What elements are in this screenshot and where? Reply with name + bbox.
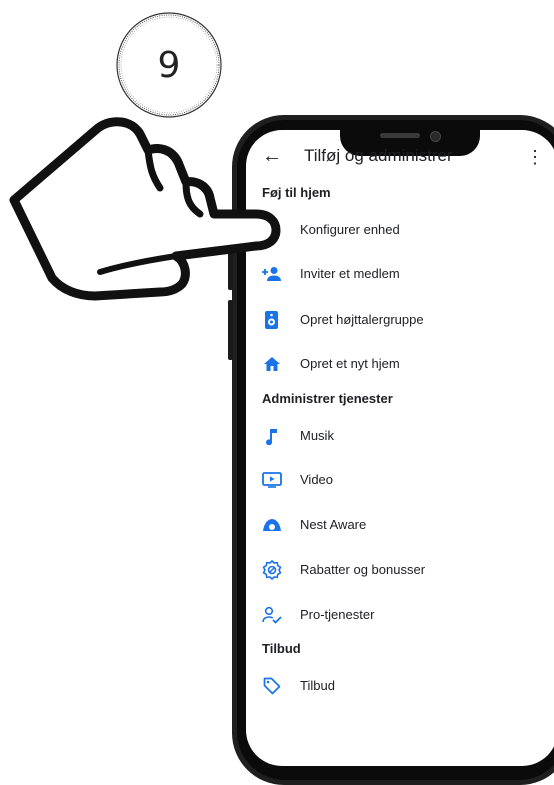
menu-item-offers[interactable]: Tilbud	[262, 668, 532, 704]
add-circle-icon	[262, 220, 282, 240]
pro-services-icon	[262, 605, 282, 625]
menu-item-label: Rabatter og bonusser	[300, 562, 426, 577]
menu-item-speaker-group[interactable]: Opret højttalergruppe	[262, 302, 532, 338]
section-title-add-to-home: Føj til hjem	[262, 185, 331, 200]
menu-item-label: Musik	[300, 428, 334, 443]
menu-item-offers-bonuses[interactable]: Rabatter og bonusser	[262, 552, 532, 588]
section-title-manage-services: Administrer tjenester	[262, 391, 393, 406]
video-icon	[262, 470, 282, 490]
music-note-icon	[262, 426, 282, 446]
menu-item-music[interactable]: Musik	[262, 418, 532, 454]
menu-item-label: Opret højttalergruppe	[300, 312, 424, 327]
menu-item-video[interactable]: Video	[262, 462, 532, 498]
menu-item-label: Konfigurer enhed	[300, 222, 400, 237]
menu-item-invite-member[interactable]: Inviter et medlem	[262, 256, 532, 292]
page-title: Tilføj og administrer	[304, 146, 453, 165]
menu-item-new-home[interactable]: Opret et nyt hjem	[262, 346, 532, 382]
menu-item-label: Nest Aware	[300, 517, 367, 532]
menu-item-label: Opret et nyt hjem	[300, 356, 400, 371]
menu-item-setup-device[interactable]: Konfigurer enhed	[262, 212, 532, 248]
menu-item-label: Pro-tjenester	[300, 607, 375, 622]
offers-badge-icon	[262, 560, 282, 580]
nest-aware-icon	[262, 515, 282, 535]
tag-icon	[262, 676, 282, 696]
menu-item-label: Tilbud	[300, 678, 335, 693]
menu-item-label: Inviter et medlem	[300, 266, 400, 281]
app-screen: ← Tilføj og administrer ⋮ Føj til hjem K…	[0, 0, 554, 773]
home-icon	[262, 354, 282, 374]
menu-item-label: Video	[300, 472, 334, 487]
menu-item-pro-services[interactable]: Pro-tjenester	[262, 597, 532, 633]
more-vert-icon[interactable]: ⋮	[526, 148, 544, 166]
section-title-offers: Tilbud	[262, 641, 301, 656]
menu-item-nest-aware[interactable]: Nest Aware	[262, 507, 532, 543]
speaker-group-icon	[262, 310, 282, 330]
person-add-icon	[262, 264, 282, 284]
back-arrow-icon[interactable]: ←	[262, 145, 282, 168]
